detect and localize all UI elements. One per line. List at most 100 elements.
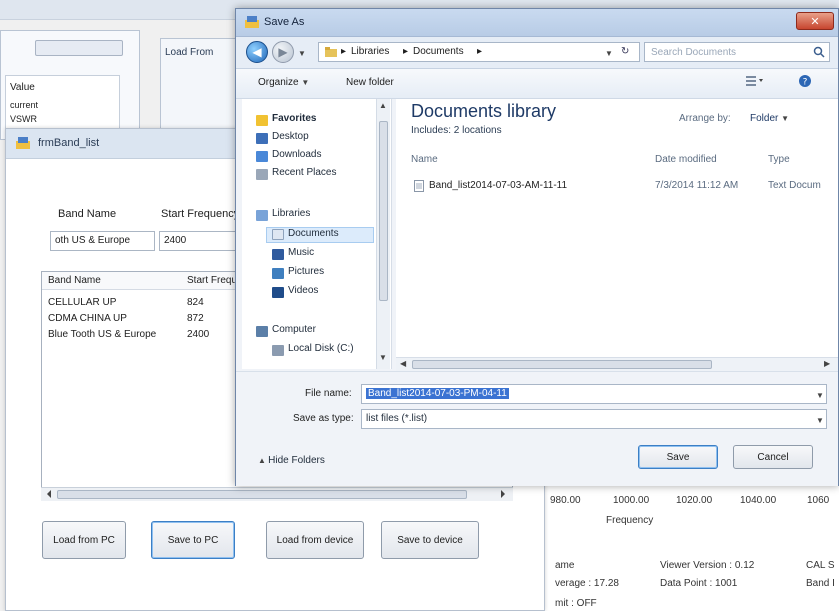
nav-computer[interactable]: Computer <box>272 324 316 335</box>
breadcrumb-libraries[interactable]: Libraries <box>351 46 389 57</box>
downloads-icon <box>256 151 268 162</box>
refresh-icon[interactable]: ↻ <box>621 46 629 57</box>
dialog-title: Save As <box>264 16 305 28</box>
computer-icon <box>256 326 268 337</box>
scroll-up-icon[interactable]: ▲ <box>379 101 387 110</box>
library-includes[interactable]: Includes: 2 locations <box>411 125 502 136</box>
file-name-input[interactable]: Band_list2014-07-03-PM-04-11 <box>361 384 827 404</box>
close-button[interactable]: ✕ <box>796 12 834 30</box>
scroll-thumb[interactable] <box>412 360 712 369</box>
breadcrumb-documents[interactable]: Documents <box>413 46 464 57</box>
organize-label: Organize <box>258 77 299 88</box>
nav-local-disk[interactable]: Local Disk (C:) <box>288 343 354 354</box>
forward-button[interactable]: ▶ <box>272 41 294 63</box>
scroll-thumb[interactable] <box>57 490 467 499</box>
scroll-right-icon[interactable] <box>499 489 507 499</box>
load-from-device-button[interactable]: Load from device <box>266 521 364 559</box>
arrow-left-icon: ◀ <box>252 45 262 59</box>
back-button[interactable]: ◀ <box>246 41 268 63</box>
desktop-icon <box>256 133 268 144</box>
cancel-button[interactable]: Cancel <box>733 445 813 469</box>
new-folder-button[interactable]: New folder <box>346 77 394 88</box>
nav-favorites[interactable]: Favorites <box>272 113 316 124</box>
recent-places-icon <box>256 169 268 180</box>
grid-cell-freq[interactable]: 872 <box>187 313 204 324</box>
column-header-name[interactable]: Name <box>411 154 438 165</box>
view-options-icon[interactable] <box>746 75 764 87</box>
file-name-label: File name: <box>305 388 352 399</box>
band-name-input[interactable]: oth US & Europe <box>50 231 155 251</box>
scroll-right-icon[interactable]: ▶ <box>824 359 830 368</box>
grid-header-band-name[interactable]: Band Name <box>48 275 101 286</box>
info-data-point: Data Point : 1001 <box>660 578 738 589</box>
nav-libraries[interactable]: Libraries <box>272 208 310 219</box>
scroll-thumb[interactable] <box>379 121 388 301</box>
organize-dropdown-icon: ▼ <box>301 78 310 87</box>
scroll-left-icon[interactable]: ◀ <box>400 359 406 368</box>
scroll-left-icon[interactable] <box>45 489 53 499</box>
background-toolbar-mini[interactable] <box>35 40 123 56</box>
save-button[interactable]: Save <box>638 445 718 469</box>
save-to-pc-button[interactable]: Save to PC <box>151 521 235 559</box>
load-from-pc-button[interactable]: Load from PC <box>42 521 126 559</box>
videos-icon <box>272 287 284 298</box>
nav-downloads[interactable]: Downloads <box>272 149 321 160</box>
nav-documents[interactable]: Documents <box>288 228 339 239</box>
search-icon[interactable] <box>813 46 825 58</box>
grid-cell-band[interactable]: CELLULAR UP <box>48 297 116 308</box>
info-name: ame <box>555 560 575 571</box>
x-tick: 1000.00 <box>613 495 650 506</box>
file-item-name[interactable]: Band_list2014-07-03-AM-11-11 <box>429 180 567 191</box>
x-axis-label: Frequency <box>606 515 654 526</box>
search-placeholder: Search Documents <box>651 47 737 58</box>
nav-music[interactable]: Music <box>288 247 314 258</box>
arrange-by-dropdown[interactable]: Folder ▼ <box>750 113 789 124</box>
arrow-right-icon: ▶ <box>278 45 288 59</box>
address-bar[interactable]: ▸ Libraries ▸ Documents ▸ ▼ ↻ <box>318 42 640 62</box>
recent-pages-dropdown-icon[interactable]: ▼ <box>298 49 306 58</box>
file-item-date: 7/3/2014 11:12 AM <box>655 180 739 191</box>
search-box[interactable]: Search Documents <box>644 42 830 62</box>
nav-vertical-scrollbar[interactable]: ▲ ▼ <box>376 99 390 369</box>
breadcrumb-separator-icon: ▸ <box>477 46 483 57</box>
nav-videos[interactable]: Videos <box>288 285 318 296</box>
arrange-dropdown-icon: ▼ <box>781 114 790 123</box>
nav-pictures[interactable]: Pictures <box>288 266 324 277</box>
x-tick: 1040.00 <box>740 495 777 506</box>
save-to-device-button[interactable]: Save to device <box>381 521 479 559</box>
address-dropdown-icon[interactable]: ▼ <box>605 49 613 58</box>
grid-cell-band[interactable]: Blue Tooth US & Europe <box>48 329 156 340</box>
file-name-dropdown-icon[interactable]: ▼ <box>816 391 824 400</box>
column-header-date[interactable]: Date modified <box>655 154 717 165</box>
file-list-area[interactable] <box>396 99 838 369</box>
star-icon <box>256 115 268 126</box>
save-type-select[interactable]: list files (*.list) <box>361 409 827 429</box>
save-type-label: Save as type: <box>293 413 354 424</box>
scroll-down-icon[interactable]: ▼ <box>379 353 387 362</box>
nav-recent-places[interactable]: Recent Places <box>272 167 336 178</box>
column-header-type[interactable]: Type <box>768 154 790 165</box>
grid-cell-freq[interactable]: 824 <box>187 297 204 308</box>
grid-horizontal-scrollbar[interactable] <box>41 487 513 501</box>
help-icon[interactable]: ? <box>798 74 812 88</box>
library-title: Documents library <box>411 101 557 121</box>
file-name-value: Band_list2014-07-03-PM-04-11 <box>366 388 509 399</box>
hide-folders-toggle[interactable]: ▲ Hide Folders <box>258 455 325 466</box>
start-frequency-input[interactable]: 2400 <box>159 231 239 251</box>
content-horizontal-scrollbar[interactable]: ◀ ▶ <box>396 357 838 371</box>
save-type-dropdown-icon[interactable]: ▼ <box>816 416 824 425</box>
music-icon <box>272 249 284 260</box>
breadcrumb-separator-icon: ▸ <box>341 46 347 57</box>
navigation-pane: Favorites Desktop Downloads Recent Place… <box>242 99 392 369</box>
dialog-titlebar[interactable] <box>236 9 838 37</box>
grid-cell-band[interactable]: CDMA CHINA UP <box>48 313 127 324</box>
nav-desktop[interactable]: Desktop <box>272 131 309 142</box>
local-disk-icon <box>272 345 284 356</box>
list-header-value: Value <box>10 82 35 93</box>
grid-cell-freq[interactable]: 2400 <box>187 329 209 340</box>
pictures-icon <box>272 268 284 279</box>
dialog-icon <box>245 16 259 28</box>
organize-button[interactable]: Organize ▼ <box>258 77 309 88</box>
list-row-current: current <box>10 100 39 110</box>
folder-icon <box>325 47 337 57</box>
